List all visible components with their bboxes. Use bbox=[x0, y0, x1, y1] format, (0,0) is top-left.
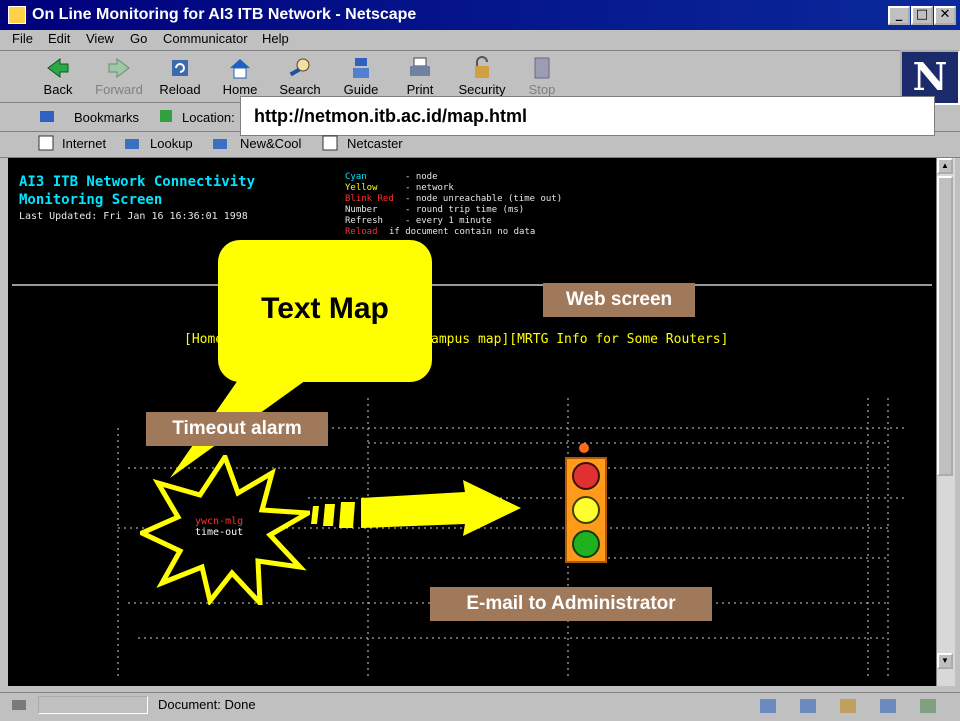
bookmarks-icon bbox=[40, 111, 54, 122]
menu-go[interactable]: Go bbox=[130, 31, 147, 46]
alert-node-status: time-out bbox=[195, 527, 244, 538]
legend-key-refresh: Refresh bbox=[345, 216, 383, 226]
scroll-thumb[interactable] bbox=[937, 176, 953, 476]
back-button[interactable]: Back bbox=[28, 52, 88, 100]
legend-key-number: Number bbox=[345, 205, 378, 215]
text-map-label: Text Map bbox=[261, 292, 389, 325]
legend-value: - network bbox=[405, 183, 454, 193]
window-title: On Line Monitoring for AI3 ITB Network -… bbox=[32, 6, 417, 23]
guide-icon bbox=[353, 58, 369, 78]
reload-icon bbox=[172, 60, 188, 76]
guide-button[interactable]: Guide bbox=[331, 52, 391, 100]
traffic-light-icon bbox=[565, 443, 607, 563]
security-button[interactable]: Security bbox=[452, 52, 512, 100]
personal-internet[interactable]: Internet bbox=[62, 136, 106, 151]
bookmarks-button[interactable]: Bookmarks bbox=[74, 110, 139, 125]
scroll-down-button[interactable]: ▼ bbox=[937, 653, 953, 669]
netscape-window-icon[interactable] bbox=[8, 6, 26, 24]
close-button[interactable]: ✕ bbox=[934, 6, 956, 25]
alert-node-name: ywcn-mlg bbox=[195, 516, 244, 527]
connection-status-icon bbox=[12, 700, 26, 710]
menu-file[interactable]: File bbox=[12, 31, 33, 46]
stop-icon bbox=[534, 57, 550, 79]
progress-bar bbox=[38, 696, 148, 714]
newcool-folder-icon bbox=[213, 139, 227, 149]
legend-value: - round trip time (ms) bbox=[405, 205, 525, 215]
location-url: http://netmon.itb.ac.id/map.html bbox=[254, 106, 527, 126]
minimize-button[interactable]: _ bbox=[888, 6, 910, 25]
security-icon bbox=[475, 56, 489, 78]
page-title-line1: AI3 ITB Network Connectivity bbox=[19, 174, 256, 190]
netcaster-icon bbox=[322, 135, 338, 151]
nav-campus-mrtg-links[interactable]: ampus map][MRTG Info for Some Routers] bbox=[431, 332, 728, 347]
personal-toolbar bbox=[0, 131, 960, 158]
back-icon bbox=[47, 58, 69, 78]
alarm-arrow-icon bbox=[311, 480, 521, 536]
legend-key-blink-red: Blink Red bbox=[345, 194, 394, 204]
print-icon bbox=[410, 57, 430, 76]
forward-icon bbox=[108, 58, 130, 78]
home-icon bbox=[230, 59, 250, 79]
search-icon bbox=[289, 58, 310, 77]
home-button[interactable]: Home bbox=[210, 52, 270, 100]
legend-value: - node bbox=[405, 172, 438, 182]
location-icon bbox=[160, 110, 172, 122]
stop-button[interactable]: Stop bbox=[512, 52, 572, 100]
last-updated: Last Updated: Fri Jan 16 16:36:01 1998 bbox=[19, 211, 248, 222]
email-administrator-label: E-mail to Administrator bbox=[430, 587, 712, 621]
personal-netcaster[interactable]: Netcaster bbox=[347, 136, 403, 151]
menu-communicator[interactable]: Communicator bbox=[163, 31, 248, 46]
forward-button[interactable]: Forward bbox=[89, 52, 149, 100]
legend-value: - every 1 minute bbox=[405, 216, 492, 226]
print-button[interactable]: Print bbox=[390, 52, 450, 100]
web-screen-label: Web screen bbox=[543, 283, 695, 317]
location-label: Location: bbox=[182, 110, 235, 125]
personal-newcool[interactable]: New&Cool bbox=[240, 136, 301, 151]
scroll-up-button[interactable]: ▲ bbox=[937, 158, 953, 174]
timeout-alarm-label: Timeout alarm bbox=[146, 412, 328, 446]
menu-help[interactable]: Help bbox=[262, 31, 289, 46]
legend-key-yellow: Yellow bbox=[345, 183, 378, 193]
page-title-line2: Monitoring Screen bbox=[19, 192, 163, 208]
internet-bookmark-icon bbox=[38, 135, 54, 151]
menu-edit[interactable]: Edit bbox=[48, 31, 70, 46]
maximize-button[interactable]: □ bbox=[911, 6, 933, 25]
lookup-folder-icon bbox=[125, 139, 139, 149]
menu-view[interactable]: View bbox=[86, 31, 114, 46]
status-text: Document: Done bbox=[158, 697, 256, 712]
search-button[interactable]: Search bbox=[270, 52, 330, 100]
component-bar-icons[interactable] bbox=[760, 697, 950, 715]
legend-value: if document contain no data bbox=[389, 227, 536, 237]
legend-key-cyan: Cyan bbox=[345, 172, 367, 182]
reload-button[interactable]: Reload bbox=[150, 52, 210, 100]
personal-lookup[interactable]: Lookup bbox=[150, 136, 193, 151]
legend-value: - node unreachable (time out) bbox=[405, 194, 563, 204]
legend-key-reload: Reload bbox=[345, 227, 378, 237]
horizontal-rule bbox=[12, 284, 932, 286]
